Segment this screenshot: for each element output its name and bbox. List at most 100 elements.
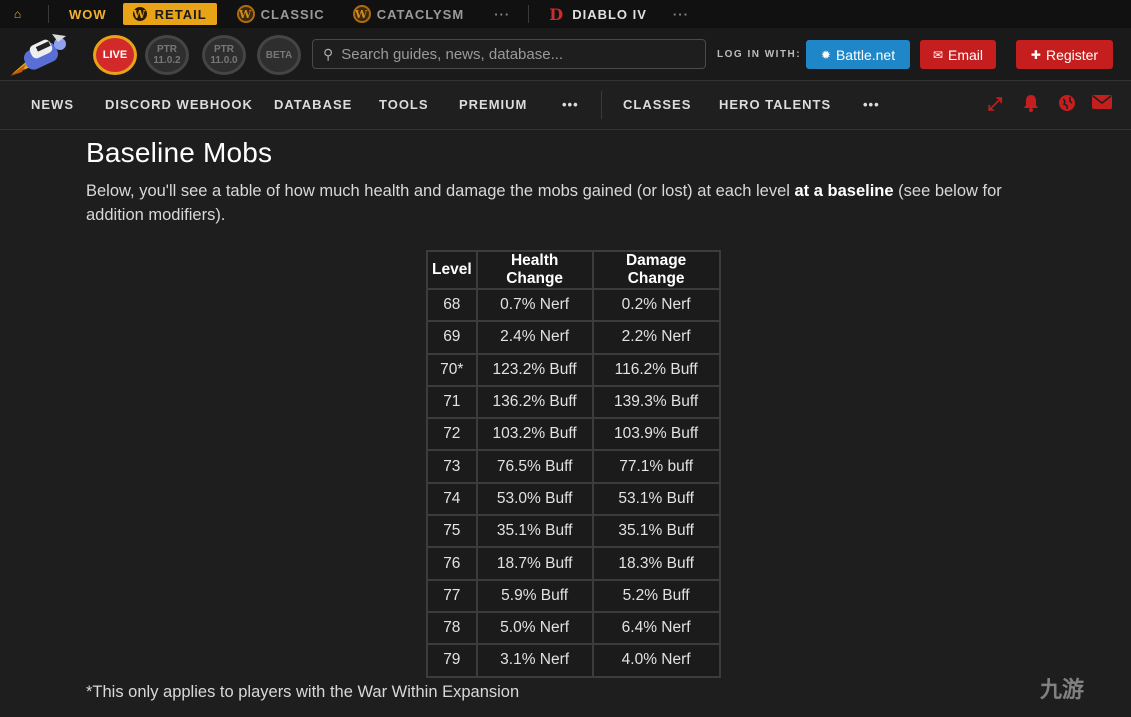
table-row: 72 103.2% Buff 103.9% Buff xyxy=(426,417,721,452)
game-cataclysm-label: CATACLYSM xyxy=(376,6,465,22)
battlenet-login-button[interactable]: ✹ Battle.net xyxy=(806,40,910,69)
cell-health-change: 53.0% Buff xyxy=(475,481,594,517)
site-logo[interactable] xyxy=(8,32,74,78)
table-row: 68 0.7% Nerf 0.2% Nerf xyxy=(426,287,721,323)
game-switcher-bar: ⌂ WOW W RETAIL W CLASSIC W CATACLYSM ···… xyxy=(0,0,1131,28)
header-health-change: Health Change xyxy=(475,250,594,290)
cell-health-change: 18.7% Buff xyxy=(475,546,594,581)
more-games-wow[interactable]: ··· xyxy=(486,7,518,22)
watermark-text: 九游 xyxy=(1040,677,1085,702)
cell-health-change: 5.0% Nerf xyxy=(475,610,594,646)
footnote: *This only applies to players with the W… xyxy=(86,683,520,701)
globe-icon[interactable] xyxy=(1058,94,1076,117)
table-row: 76 18.7% Buff 18.3% Buff xyxy=(426,546,721,581)
email-login-button[interactable]: ✉ Email xyxy=(920,40,996,69)
nav-more-2[interactable]: ••• xyxy=(863,97,880,112)
game-classic[interactable]: W CLASSIC xyxy=(229,3,333,25)
nav-item-tools[interactable]: TOOLS xyxy=(379,97,429,112)
cell-level: 72 xyxy=(426,417,478,452)
version-ptr-1100-button[interactable]: PTR 11.0.0 xyxy=(202,35,246,75)
more-games-diablo[interactable]: ··· xyxy=(665,7,697,22)
version-beta-button[interactable]: BETA xyxy=(257,35,301,75)
search-icon: ⚲ xyxy=(323,45,334,62)
table-header-row: Level Health Change Damage Change xyxy=(426,250,721,290)
cell-damage-change: 2.2% Nerf xyxy=(591,320,721,355)
nav-divider xyxy=(601,91,602,119)
nav-item-classes[interactable]: CLASSES xyxy=(623,97,691,112)
search-input[interactable]: ⚲ Search guides, news, database... xyxy=(312,39,706,69)
version-live-label: LIVE xyxy=(102,48,128,61)
nav-item-hero-talents[interactable]: HERO TALENTS xyxy=(719,97,831,112)
wow-logo-icon: W xyxy=(130,5,149,23)
cell-health-change: 103.2% Buff xyxy=(475,417,594,452)
watermark-logo: 九游 xyxy=(1040,672,1084,704)
diablo-logo-icon: D xyxy=(549,5,565,24)
table-row: 71 136.2% Buff 139.3% Buff xyxy=(426,384,721,420)
intro-text: Below, you'll see a table of how much he… xyxy=(86,182,795,200)
cell-level: 70* xyxy=(426,352,478,387)
cell-level: 68 xyxy=(426,287,478,323)
divider xyxy=(528,5,530,23)
cell-damage-change: 6.4% Nerf xyxy=(591,610,721,646)
cell-health-change: 5.9% Buff xyxy=(475,578,594,613)
game-wow[interactable]: WOW xyxy=(61,3,115,25)
battlenet-label: Battle.net xyxy=(835,46,896,63)
cell-damage-change: 139.3% Buff xyxy=(591,384,721,420)
game-diablo[interactable]: D DIABLO IV xyxy=(541,3,655,25)
version-beta-label: BETA xyxy=(265,49,293,61)
cell-damage-change: 116.2% Buff xyxy=(591,352,721,387)
table-row: 75 35.1% Buff 35.1% Buff xyxy=(426,514,721,549)
login-label: LOG IN WITH: xyxy=(717,49,802,60)
nav-item-discord-webhook[interactable]: DISCORD WEBHOOK xyxy=(105,97,253,112)
version-ptr-label: PTR xyxy=(214,44,234,55)
register-label: Register xyxy=(1045,46,1099,63)
nav-more-1[interactable]: ••• xyxy=(562,97,579,112)
version-ptr-label: PTR xyxy=(157,44,177,55)
battlenet-icon: ✹ xyxy=(820,47,831,62)
game-retail[interactable]: W RETAIL xyxy=(122,3,217,25)
game-cataclysm[interactable]: W CATACLYSM xyxy=(345,3,472,25)
cell-level: 77 xyxy=(426,578,478,613)
nav-item-news[interactable]: NEWS xyxy=(31,97,74,112)
cell-damage-change: 35.1% Buff xyxy=(591,514,721,549)
envelope-icon: ✉ xyxy=(932,47,944,62)
version-live-button[interactable]: LIVE xyxy=(93,35,137,75)
game-retail-label: RETAIL xyxy=(154,6,207,22)
cell-damage-change: 53.1% Buff xyxy=(591,481,721,517)
cell-health-change: 123.2% Buff xyxy=(475,352,594,387)
cell-level: 79 xyxy=(426,643,478,678)
baseline-mobs-table: Level Health Change Damage Change 68 0.7%… xyxy=(426,250,721,678)
intro-bold-text: at a baseline xyxy=(794,182,894,200)
bell-icon[interactable] xyxy=(1022,94,1040,117)
cell-level: 74 xyxy=(426,481,478,517)
envelope-icon[interactable] xyxy=(1092,94,1112,115)
nav-item-database[interactable]: DATABASE xyxy=(274,97,352,112)
cell-level: 71 xyxy=(426,384,478,420)
nav-item-premium[interactable]: PREMIUM xyxy=(459,97,527,112)
home-icon[interactable]: ⌂ xyxy=(0,7,36,21)
cell-health-change: 0.7% Nerf xyxy=(475,287,594,323)
main-nav: NEWS DISCORD WEBHOOK DATABASE TOOLS PREM… xyxy=(0,81,1131,130)
search-placeholder: Search guides, news, database... xyxy=(341,45,564,63)
cell-health-change: 2.4% Nerf xyxy=(475,320,594,355)
version-ptr-number: 11.0.2 xyxy=(153,55,181,66)
wow-classic-logo-icon: W xyxy=(236,5,255,23)
table-row: 74 53.0% Buff 53.1% Buff xyxy=(426,481,721,517)
game-classic-label: CLASSIC xyxy=(260,6,325,22)
add-user-icon: ✚ xyxy=(1030,47,1041,62)
expand-icon[interactable]: ⤢ xyxy=(988,94,1003,115)
cell-damage-change: 18.3% Buff xyxy=(591,546,721,581)
cell-damage-change: 4.0% Nerf xyxy=(591,643,721,678)
cell-health-change: 3.1% Nerf xyxy=(475,643,594,678)
game-diablo-label: DIABLO IV xyxy=(572,6,647,22)
version-ptr-1102-button[interactable]: PTR 11.0.2 xyxy=(145,35,189,75)
table-row: 73 76.5% Buff 77.1% buff xyxy=(426,449,721,484)
page-title: Baseline Mobs xyxy=(86,137,273,168)
cell-level: 69 xyxy=(426,320,478,355)
header-damage-change: Damage Change xyxy=(591,250,721,290)
article-content: Baseline Mobs Below, you'll see a table … xyxy=(86,130,1046,227)
register-button[interactable]: ✚ Register xyxy=(1016,40,1113,69)
cell-health-change: 76.5% Buff xyxy=(475,449,594,484)
game-wow-label: WOW xyxy=(69,6,107,22)
cell-health-change: 35.1% Buff xyxy=(475,514,594,549)
